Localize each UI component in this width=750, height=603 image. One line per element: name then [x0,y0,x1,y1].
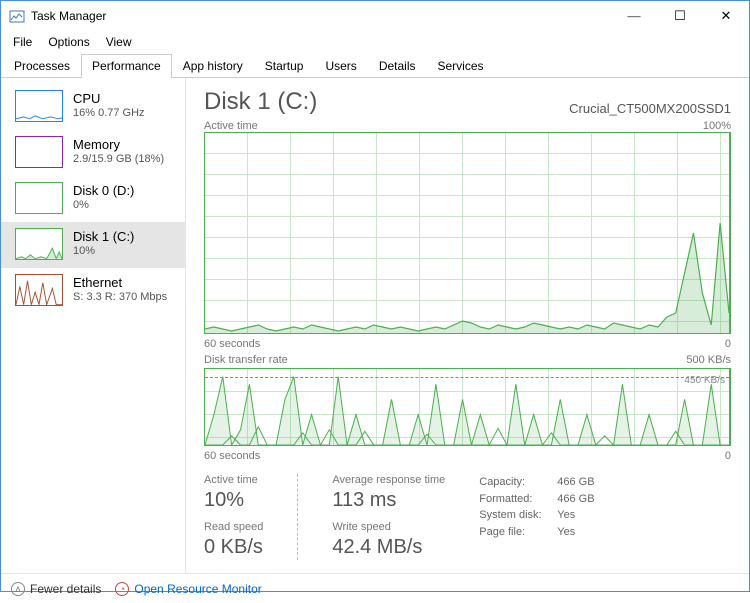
fewer-details-button[interactable]: ˄ Fewer details [11,582,101,596]
chevron-up-icon: ˄ [11,582,25,596]
transfer-rate-chart[interactable]: 450 KB/s [204,368,731,446]
chart2-xright: 0 [725,450,731,462]
sidebar-item-memory[interactable]: Memory 2.9/15.9 GB (18%) [1,130,185,176]
tab-details[interactable]: Details [368,54,427,78]
tab-performance[interactable]: Performance [81,54,172,78]
tab-strip: Processes Performance App history Startu… [1,53,749,78]
chart1-label-right: 100% [703,120,731,132]
disk-info: Capacity:466 GB Formatted:466 GB System … [479,474,594,560]
disk0-thumb [15,182,63,214]
stat-separator [287,474,308,560]
chart2-bottom-labels: 60 seconds 0 [204,450,731,462]
disk1-thumb [15,228,63,260]
content: CPU 16% 0.77 GHz Memory 2.9/15.9 GB (18%… [1,78,749,573]
titlebar: Task Manager — ☐ ✕ [1,1,749,31]
chart2-label-left: Disk transfer rate [204,354,288,366]
menu-options[interactable]: Options [40,33,97,51]
memory-thumb [15,136,63,168]
chart2-label-right: 500 KB/s [686,354,731,366]
menu-view[interactable]: View [98,33,140,51]
chart2-top-labels: Disk transfer rate 500 KB/s [204,354,731,366]
window-controls: — ☐ ✕ [611,1,749,31]
resmon-icon: ◔ [115,582,129,596]
maximize-button[interactable]: ☐ [657,1,703,31]
sidebar-item-ethernet[interactable]: Ethernet S: 3.3 R: 370 Mbps [1,268,185,314]
main-header: Disk 1 (C:) Crucial_CT500MX200SSD1 [204,88,731,116]
open-resmon-link[interactable]: ◔ Open Resource Monitor [115,582,261,596]
menubar: File Options View [1,31,749,53]
chart1-xleft: 60 seconds [204,338,260,350]
tab-users[interactable]: Users [314,54,367,78]
minimize-button[interactable]: — [611,1,657,31]
tab-app-history[interactable]: App history [172,54,254,78]
window-title: Task Manager [31,9,611,23]
sidebar-item-label: Disk 0 (D:) 0% [73,183,134,213]
sidebar-item-label: Disk 1 (C:) 10% [73,229,134,259]
cpu-thumb [15,90,63,122]
tab-services[interactable]: Services [427,54,495,78]
page-title: Disk 1 (C:) [204,88,317,116]
ethernet-thumb [15,274,63,306]
taskmgr-icon [9,8,25,24]
tab-processes[interactable]: Processes [3,54,81,78]
chart2-xleft: 60 seconds [204,450,260,462]
sidebar-item-disk1[interactable]: Disk 1 (C:) 10% [1,222,185,268]
chart1-bottom-labels: 60 seconds 0 [204,338,731,350]
menu-file[interactable]: File [5,33,40,51]
chart1-label-left: Active time [204,120,258,132]
close-button[interactable]: ✕ [703,1,749,31]
tab-startup[interactable]: Startup [254,54,315,78]
sidebar-item-label: Ethernet S: 3.3 R: 370 Mbps [73,275,167,305]
active-time-chart[interactable] [204,132,731,334]
footer: ˄ Fewer details ◔ Open Resource Monitor [1,573,749,603]
sidebar-item-disk0[interactable]: Disk 0 (D:) 0% [1,176,185,222]
sidebar-item-label: CPU 16% 0.77 GHz [73,91,145,121]
chart1-xright: 0 [725,338,731,350]
sidebar: CPU 16% 0.77 GHz Memory 2.9/15.9 GB (18%… [1,78,186,573]
sidebar-item-label: Memory 2.9/15.9 GB (18%) [73,137,164,167]
stats-primary: Active time 10% Read speed 0 KB/s Averag… [204,474,731,560]
chart1-top-labels: Active time 100% [204,120,731,132]
sidebar-item-cpu[interactable]: CPU 16% 0.77 GHz [1,84,185,130]
stat-avg-response: Average response time 113 ms Write speed… [332,474,445,560]
disk-model: Crucial_CT500MX200SSD1 [569,101,731,116]
main-panel: Disk 1 (C:) Crucial_CT500MX200SSD1 Activ… [186,78,749,573]
stat-active-time: Active time 10% Read speed 0 KB/s [204,474,263,560]
